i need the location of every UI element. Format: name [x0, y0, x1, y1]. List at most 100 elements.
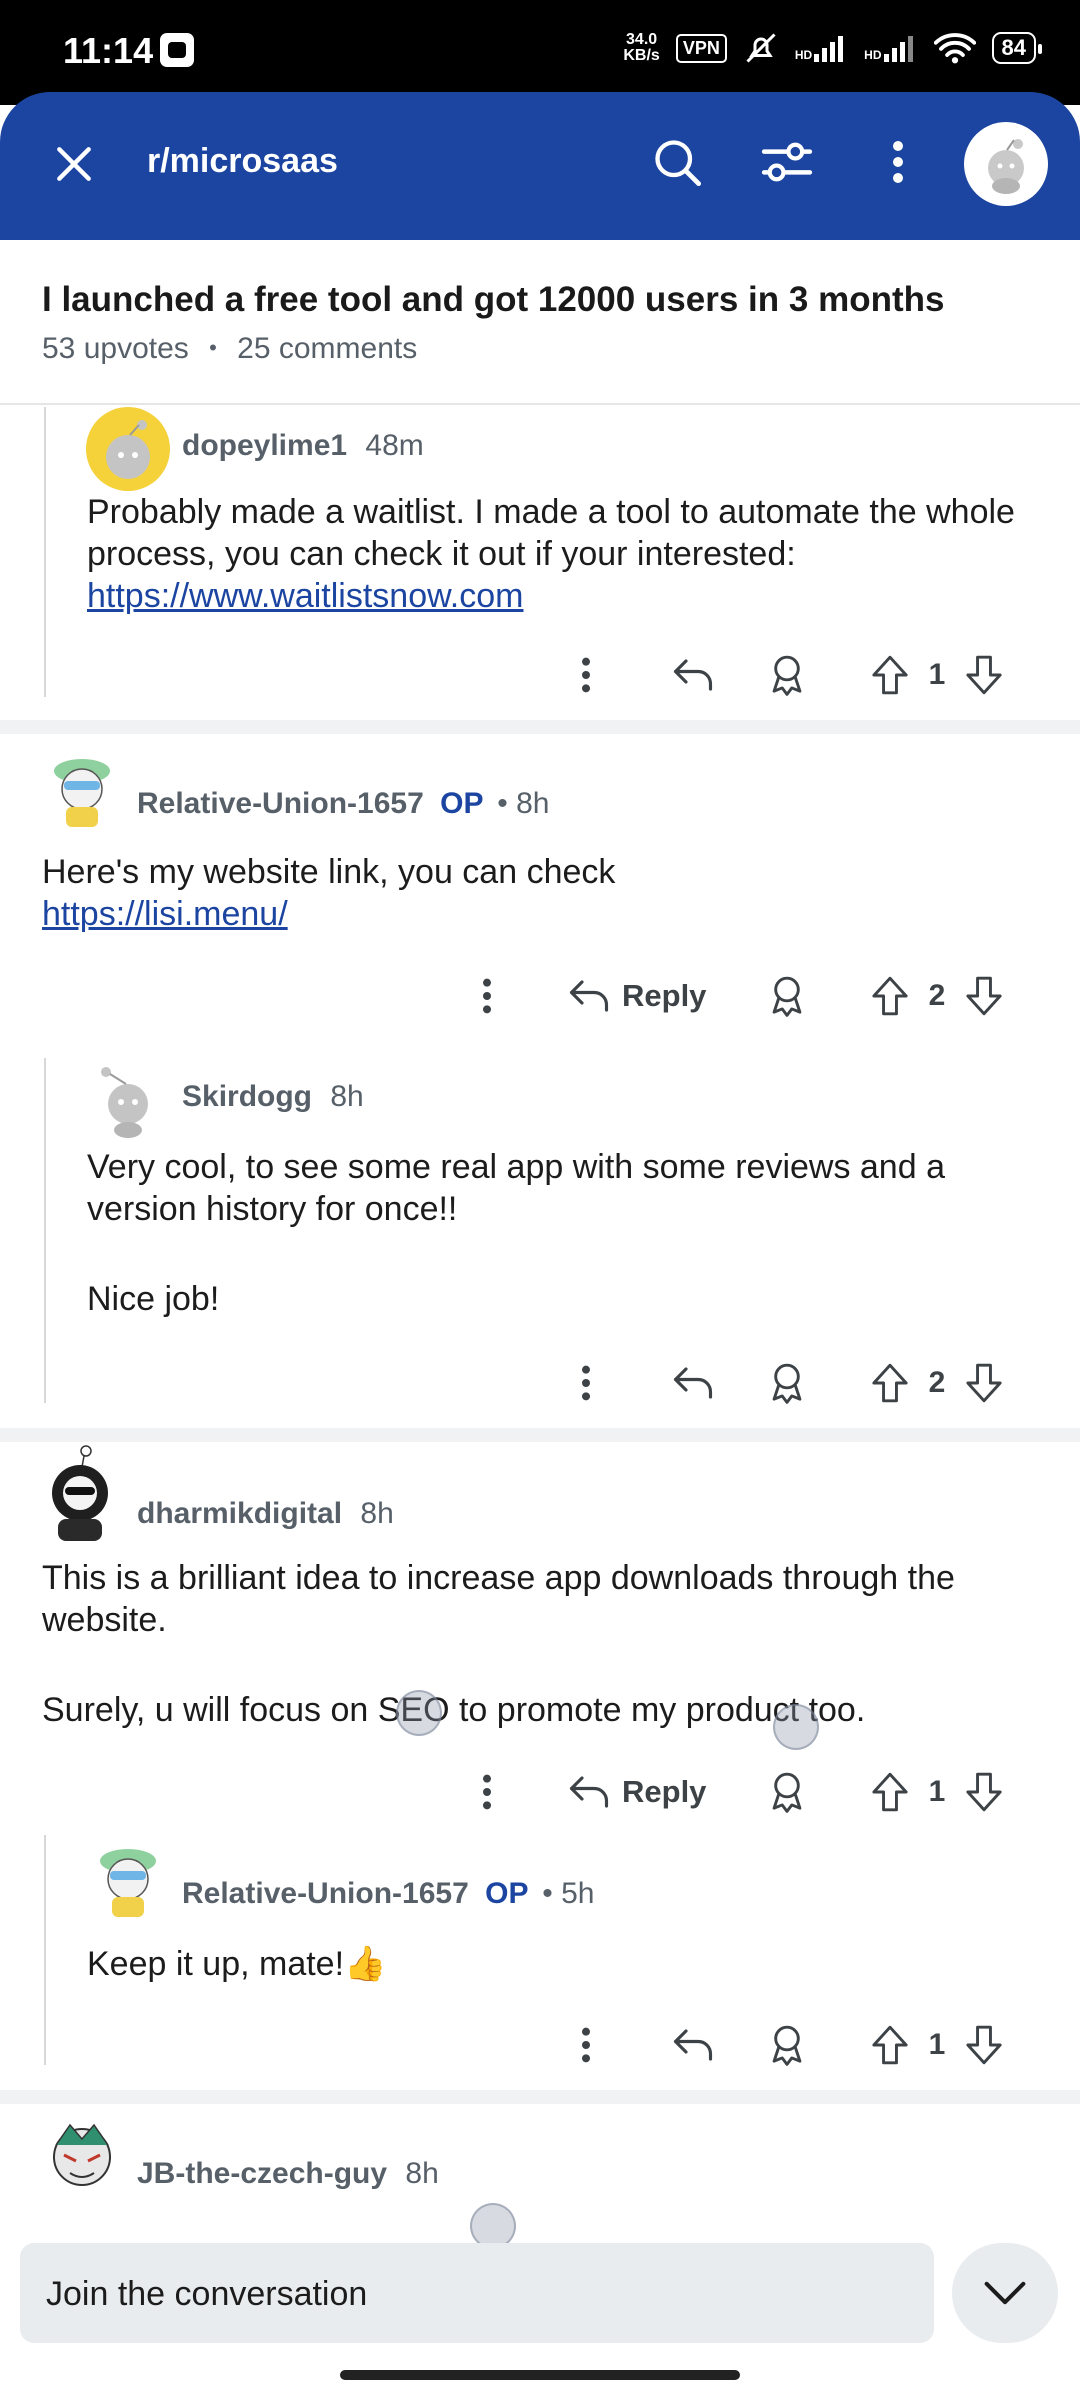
- comment-age: 48m: [365, 429, 424, 462]
- thread-separator: [0, 720, 1080, 734]
- comment-author[interactable]: JB-the-czech-guy 8h: [137, 2157, 439, 2191]
- award-icon: [772, 2025, 802, 2066]
- award-button[interactable]: [762, 1353, 812, 1413]
- battery-indicator: 84: [991, 32, 1043, 64]
- award-button[interactable]: [762, 966, 812, 1026]
- reply-button[interactable]: [665, 2015, 721, 2075]
- snoo-avatar-icon: [988, 139, 1024, 194]
- upvote-button[interactable]: [868, 1353, 912, 1413]
- reply-button[interactable]: Reply: [568, 966, 728, 1026]
- network-speed: 34.0 KB/s: [623, 31, 660, 64]
- upvote-button[interactable]: [868, 966, 912, 1026]
- more-button[interactable]: [566, 645, 606, 705]
- comment-author[interactable]: Relative-Union-1657 OP • 8h: [137, 787, 549, 821]
- more-vertical-icon: [582, 657, 590, 693]
- op-badge: OP: [485, 1877, 528, 1910]
- more-vertical-icon: [483, 978, 491, 1014]
- touch-indicator: [396, 1690, 442, 1736]
- comment-body: Keep it up, mate!👍: [87, 1945, 387, 1983]
- snoo-avatar-icon: [54, 759, 110, 827]
- comment-item: dharmikdigital 8h This is a brilliant id…: [0, 1445, 1080, 1815]
- award-icon: [772, 976, 802, 1017]
- vote-count: 1: [928, 658, 946, 691]
- avatar[interactable]: [40, 745, 124, 829]
- user-avatar-button[interactable]: [964, 122, 1048, 206]
- reply-icon: [673, 659, 713, 691]
- vpn-badge: VPN: [675, 33, 727, 63]
- avatar[interactable]: [86, 1058, 170, 1142]
- avatar[interactable]: [86, 407, 170, 491]
- avatar[interactable]: [40, 1445, 124, 1541]
- comment-actions: 1: [0, 645, 1080, 705]
- more-button[interactable]: [467, 1762, 507, 1822]
- more-button[interactable]: [467, 966, 507, 1026]
- downvote-arrow-icon: [966, 1363, 1002, 1403]
- comment-body: This is a brilliant idea to increase app…: [42, 1559, 955, 1729]
- subreddit-title[interactable]: r/microsaas: [147, 142, 338, 181]
- vote-count: 2: [928, 979, 946, 1012]
- join-placeholder: Join the conversation: [46, 2275, 368, 2313]
- meta-separator: •: [209, 335, 217, 360]
- reply-icon: [569, 1776, 609, 1808]
- comment-link[interactable]: https://lisi.menu/: [42, 895, 288, 933]
- downvote-button[interactable]: [962, 1353, 1006, 1413]
- comment-link[interactable]: https://www.waitlistsnow.com: [87, 577, 523, 615]
- close-icon: [57, 147, 91, 181]
- upvote-button[interactable]: [868, 1762, 912, 1822]
- vote-count: 2: [928, 1366, 946, 1399]
- snoo-avatar-icon: [53, 2123, 111, 2186]
- comment-author[interactable]: dopeylime1 48m: [182, 429, 424, 463]
- downvote-button[interactable]: [962, 2015, 1006, 2075]
- more-options-button[interactable]: [866, 130, 930, 194]
- collapse-comments-button[interactable]: [952, 2243, 1058, 2343]
- reply-button[interactable]: Reply: [568, 1762, 728, 1822]
- comment-author[interactable]: dharmikdigital 8h: [137, 1497, 394, 1531]
- status-bar: 11:14 34.0 KB/s VPN HD HD 84: [0, 0, 1080, 105]
- upvote-button[interactable]: [868, 2015, 912, 2075]
- comment-body: Here's my website link, you can check ht…: [42, 853, 616, 933]
- join-conversation-input[interactable]: Join the conversation: [20, 2243, 934, 2343]
- more-button[interactable]: [566, 1353, 606, 1413]
- comment-body: Very cool, to see some real app with som…: [87, 1148, 945, 1318]
- more-button[interactable]: [566, 2015, 606, 2075]
- reply-button[interactable]: [665, 1353, 721, 1413]
- award-button[interactable]: [762, 645, 812, 705]
- reply-button[interactable]: [665, 645, 721, 705]
- downvote-button[interactable]: [962, 1762, 1006, 1822]
- upvote-arrow-icon: [872, 2025, 908, 2065]
- comment-actions: Reply 1: [0, 1762, 1080, 1822]
- comment-author[interactable]: Relative-Union-1657 OP • 5h: [182, 1877, 594, 1911]
- search-button[interactable]: [645, 130, 709, 194]
- upvote-count: 53 upvotes: [42, 332, 189, 365]
- upvote-arrow-icon: [872, 655, 908, 695]
- close-button[interactable]: [42, 132, 106, 196]
- award-icon: [772, 1363, 802, 1404]
- sort-filter-button[interactable]: [755, 130, 819, 194]
- post-title: I launched a free tool and got 12000 use…: [42, 280, 945, 319]
- comment-author[interactable]: Skirdogg 8h: [182, 1080, 364, 1114]
- reply-icon: [673, 2029, 713, 2061]
- comment-actions: 1: [0, 2015, 1080, 2075]
- vote-count: 1: [928, 1775, 946, 1808]
- upvote-button[interactable]: [868, 645, 912, 705]
- mute-bell-icon: [746, 33, 776, 63]
- reply-label: Reply: [622, 978, 707, 1013]
- downvote-button[interactable]: [962, 966, 1006, 1026]
- downvote-arrow-icon: [966, 655, 1002, 695]
- home-indicator[interactable]: [340, 2370, 740, 2380]
- comment-age: • 8h: [497, 787, 550, 820]
- award-button[interactable]: [762, 1762, 812, 1822]
- downvote-arrow-icon: [966, 1772, 1002, 1812]
- avatar[interactable]: [40, 2115, 124, 2199]
- award-button[interactable]: [762, 2015, 812, 2075]
- post-summary-bar[interactable]: I launched a free tool and got 12000 use…: [0, 240, 1080, 405]
- comment-actions: Reply 2: [0, 966, 1080, 1026]
- thread-separator: [0, 2090, 1080, 2104]
- award-icon: [772, 655, 802, 696]
- signal-1-icon: HD: [795, 34, 848, 62]
- comment-age: 8h: [360, 1497, 394, 1530]
- avatar[interactable]: [86, 1835, 170, 1919]
- upvote-arrow-icon: [872, 1363, 908, 1403]
- downvote-button[interactable]: [962, 645, 1006, 705]
- comment-item: Relative-Union-1657 OP • 5h Keep it up, …: [0, 1835, 1080, 2075]
